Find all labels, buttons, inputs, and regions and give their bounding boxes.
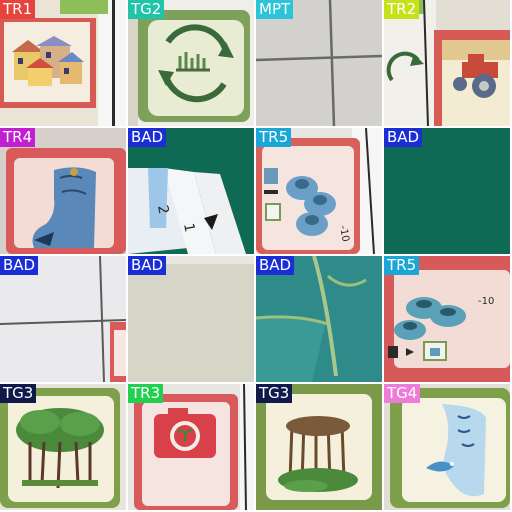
tile-label: MPT — [256, 0, 294, 19]
tile-label: TR1 — [0, 0, 36, 19]
tile-label: BAD — [128, 256, 167, 275]
tile-label: TR5 — [384, 256, 420, 275]
tile-label: TR4 — [0, 128, 36, 147]
tile-label: TG2 — [128, 0, 165, 19]
tile-label: TR3 — [128, 384, 164, 403]
tile-label: TG3 — [256, 384, 293, 403]
tile-label: BAD — [128, 128, 167, 147]
tile-label: TG4 — [384, 384, 421, 403]
card-number: -10 — [478, 296, 494, 307]
image-grid: 2 1 -10 -10 TR1 TG2 MPT TR2 TR4 BAD TR5 … — [0, 0, 512, 512]
tile-label: BAD — [256, 256, 295, 275]
tile-label: TR5 — [256, 128, 292, 147]
tile-label: TR2 — [384, 0, 420, 19]
tile-label: BAD — [0, 256, 39, 275]
tile-label: TG3 — [0, 384, 37, 403]
tile-label: BAD — [384, 128, 423, 147]
